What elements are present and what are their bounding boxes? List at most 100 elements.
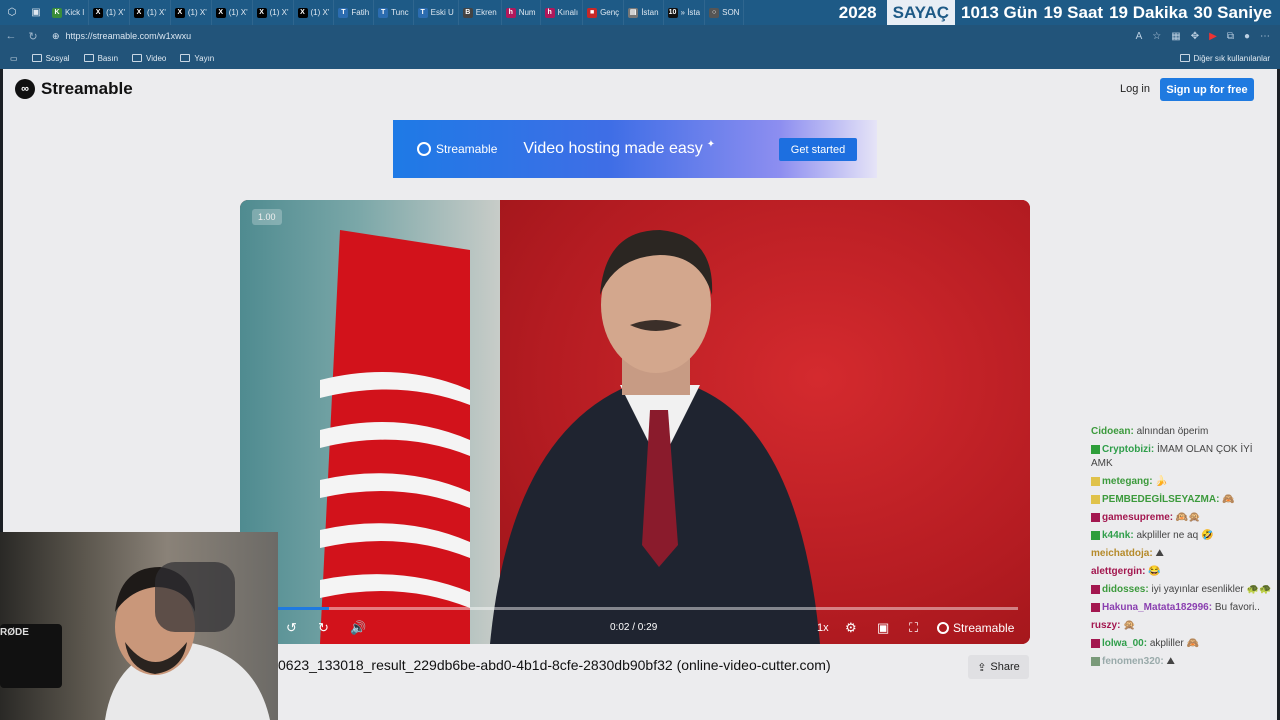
volume-icon[interactable]: 🔊 [350,620,366,636]
browser-tab[interactable]: h Num [502,0,541,25]
picture-in-picture-icon[interactable]: ▣ [877,620,889,636]
chat-badge-icon [1091,584,1100,594]
tab-title: (1) X' [187,8,207,17]
url-field[interactable]: ⊕ https://streamable.com/w1xwxu [44,27,964,45]
more-menu-icon[interactable]: ⋯ [1260,31,1270,42]
tab-favicon-icon: X [215,7,226,18]
browser-tab[interactable]: X (1) X' [89,0,130,25]
browser-tab[interactable]: ▤ İstan [624,0,664,25]
reading-list-icon[interactable]: ▭ [10,54,18,63]
chat-message: alettgergin: 😂 [1091,565,1276,579]
bookmark-folder[interactable]: Yayın [180,54,214,63]
tab-favicon-icon: X [174,7,185,18]
tab-title: İstan [641,8,659,17]
forward-icon[interactable]: ↻ [318,620,329,636]
player-brand[interactable]: Streamable [937,621,1014,635]
browser-tab[interactable]: ■ Genç [583,0,625,25]
browser-tab[interactable]: K Kick l [48,0,90,25]
chat-text: iyi yayınlar esenlikler 🐢🐢 [1151,584,1272,595]
chat-text: 🙊 [1123,620,1136,631]
tab-actions-icon[interactable]: ▣ [24,0,48,25]
bookmark-folder[interactable]: Basın [83,53,119,63]
get-started-button[interactable]: Get started [779,138,857,161]
logo-text: Streamable [41,79,133,98]
countdown-overlay: 2028 SAYAÇ 1013 Gün 19 Saat 19 Dakika 30… [834,0,1280,25]
chat-username: Cryptobizi: [1102,444,1155,455]
browser-tab[interactable]: ○ SON [705,0,745,25]
chat-text: akpliller 🙈 [1149,638,1199,649]
tab-favicon-icon: K [52,7,62,18]
fullscreen-icon[interactable]: ⛶ [909,620,918,636]
chat-username: alettgergin: [1091,566,1146,577]
playback-rate-button[interactable]: 1x [817,622,829,634]
counter-hours: 19 Saat [1043,2,1104,22]
browser-tab[interactable]: B Ekren [459,0,502,25]
site-logo[interactable]: ∞ Streamable [15,79,133,99]
tab-favicon-icon: 10 [667,7,678,18]
profile-avatar[interactable]: ● [1244,31,1250,42]
read-aloud-icon[interactable]: A [1136,31,1143,42]
tab-title: (1) X' [310,8,330,17]
tab-favicon-icon: T [378,7,389,18]
progress-bar[interactable] [278,607,1018,610]
tabs-container: K Kick l X (1) X' X (1) X' X (1) X' X (1) X' X (1) … [48,0,745,25]
browser-tab[interactable]: X (1) X' [294,0,335,25]
youtube-extension-icon[interactable]: ▶ [1209,31,1217,42]
browser-tab[interactable]: T Eski U [414,0,459,25]
browser-tab[interactable]: T Fatih [334,0,375,25]
browser-tab[interactable]: X (1) X' [130,0,171,25]
refresh-icon[interactable]: ↻ [22,30,44,43]
workspaces-icon[interactable]: ⬡ [0,0,24,25]
tab-title: (1) X' [228,8,248,17]
chat-message: k44nk: akpliller ne aq 🤣 [1091,529,1276,543]
share-button[interactable]: ⇪ Share [968,655,1029,679]
playback-speed-badge: 1.00 [252,209,282,225]
login-link[interactable]: Log in [1120,83,1150,95]
site-info-icon[interactable]: ⊕ [52,31,60,42]
favorite-star-icon[interactable]: ☆ [1152,31,1161,42]
tab-favicon-icon: ○ [709,7,720,18]
tab-title: (1) X' [269,8,289,17]
browser-tab[interactable]: h Kınalı [541,0,584,25]
chat-text: akpliller ne aq 🤣 [1136,530,1214,541]
browser-tab[interactable]: X (1) X' [253,0,294,25]
browser-tab[interactable]: 10» İsta [664,0,706,25]
extension-icon[interactable]: ✥ [1191,31,1199,42]
other-bookmarks[interactable]: Diğer sık kullanılanlar [1179,54,1280,63]
chat-username: PEMBEDEGİLSEYAZMA: [1102,494,1220,505]
chat-text: alnından öperim [1136,426,1209,437]
tab-favicon-icon: ▤ [628,7,639,18]
chat-badge-icon [1091,512,1100,522]
bookmark-folder[interactable]: Sosyal [31,54,70,63]
browser-tab[interactable]: T Tunc [374,0,414,25]
bookmark-label: Video [146,53,167,63]
browser-tab[interactable]: X (1) X' [212,0,253,25]
extension-icon[interactable]: ▦ [1171,31,1180,42]
tab-title: Genç [600,8,620,17]
video-title: 0623_133018_result_229db6be-abd0-4b1d-8c… [278,657,831,673]
flag-graphic [320,230,470,644]
chat-message: didosses: iyi yayınlar esenlikler 🐢🐢 [1091,583,1276,597]
settings-gear-icon[interactable]: ⚙ [845,620,857,636]
tab-favicon-icon: ■ [587,7,598,18]
chat-message: lolwa_00: akpliller 🙈 [1091,637,1276,651]
ad-banner[interactable]: Streamable Video hosting made easy ✦ Get… [393,120,877,178]
sparkle-icon: ✦ [706,138,716,150]
mic-brand-label: RØDE [0,627,29,638]
video-player[interactable]: 1.00 ↺ ↻ 🔊 0:02 / 0:29 1x ⚙ ▣ ⛶ Streamab… [240,200,1030,644]
signup-button[interactable]: Sign up for free [1160,78,1254,101]
tab-title: Num [518,8,536,17]
bookmark-label: Basın [97,53,119,63]
folder-icon [31,54,42,62]
bookmark-folder[interactable]: Video [132,54,166,63]
puzzle-icon[interactable]: ⧉ [1227,31,1234,42]
tab-title: Kınalı [557,8,579,17]
tab-favicon-icon: X [134,7,144,18]
player-controls: ↺ ↻ 🔊 0:02 / 0:29 1x ⚙ ▣ ⛶ Streamable [240,614,1030,642]
browser-tab[interactable]: X (1) X' [171,0,212,25]
rewind-icon[interactable]: ↺ [286,620,297,636]
chat-text: ⛰ [1166,656,1175,667]
counter-year: 2028 [834,2,881,23]
back-icon[interactable]: ← [0,30,22,42]
folder-icon [132,54,143,62]
